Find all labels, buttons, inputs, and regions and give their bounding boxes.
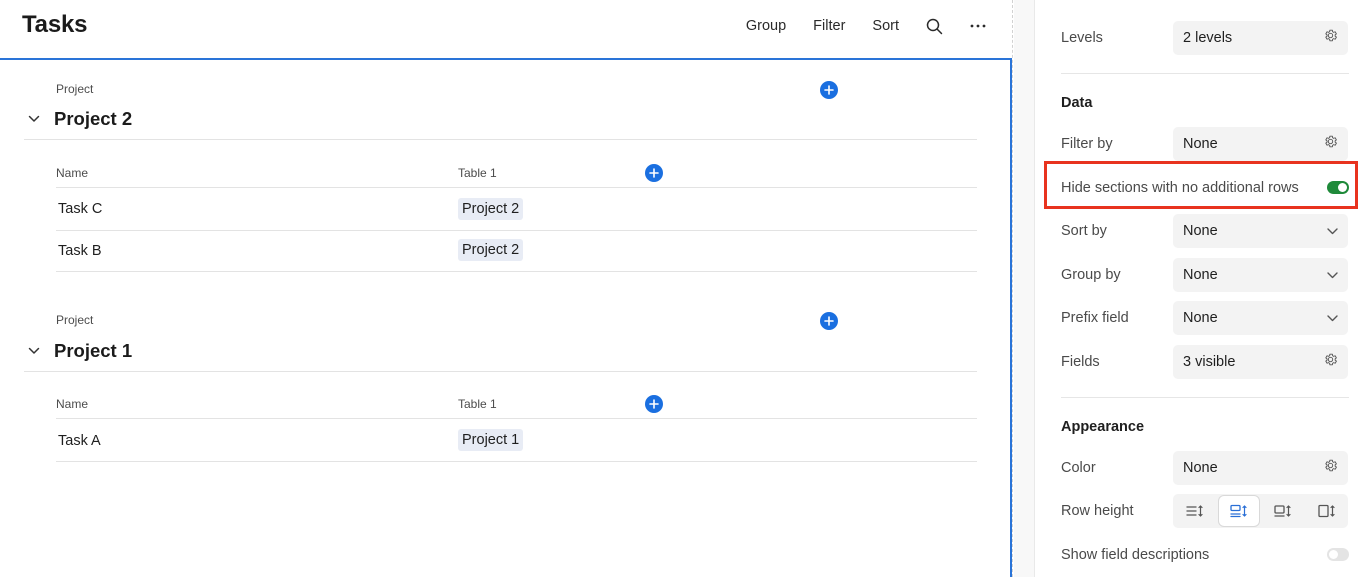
row-height-tall-icon[interactable] [1263,496,1303,526]
chevron-down-icon[interactable] [24,347,44,355]
row-height-selector [1173,494,1348,528]
divider [56,461,977,462]
row-height-extra-tall-icon[interactable] [1307,496,1347,526]
prefix-field-value: None [1183,310,1218,326]
show-descriptions-label: Show field descriptions [1061,547,1210,563]
divider [1061,73,1349,74]
add-column-plus-icon[interactable] [645,395,663,413]
levels-select[interactable]: 2 levels [1173,21,1348,55]
sort-button[interactable]: Sort [872,18,899,34]
group-header: Project 1 [24,330,977,372]
filter-by-value: None [1183,136,1218,152]
highlight-box [1044,161,1358,209]
divider [56,230,977,231]
divider [1061,397,1349,398]
levels-value: 2 levels [1183,30,1233,46]
sort-by-value: None [1183,223,1218,239]
panel-divider [1012,0,1013,577]
sort-by-select[interactable]: None [1173,214,1348,248]
gear-icon[interactable] [1323,28,1338,48]
gear-icon[interactable] [1323,134,1338,154]
column-header-table: Table 1 [458,397,497,411]
search-icon[interactable] [926,18,943,35]
add-section-plus-icon[interactable] [820,81,838,99]
row-name-cell[interactable]: Task B [58,243,102,259]
linked-record-chip[interactable]: Project 1 [458,429,524,451]
appearance-heading: Appearance [1061,419,1145,435]
main-area: Tasks Group Filter Sort Project Project … [0,0,1012,577]
group-field-label: Project [56,313,94,327]
group-header: Project 2 [24,98,977,140]
levels-label: Levels [1061,30,1103,46]
divider [56,271,977,272]
column-header-name: Name [56,397,89,411]
divider [56,187,977,188]
show-descriptions-toggle[interactable] [1327,548,1349,561]
divider [56,418,977,419]
row-height-medium-icon[interactable] [1219,496,1259,526]
row-name-cell[interactable]: Task C [58,201,102,217]
row-name-cell[interactable]: Task A [58,433,101,449]
group-title: Project 1 [54,339,133,361]
linked-record-chip[interactable]: Project 2 [458,198,524,220]
page-title: Tasks [22,11,88,38]
toolbar: Group Filter Sort [719,0,986,52]
column-header-name: Name [56,166,89,180]
chevron-down-icon [1327,309,1338,327]
prefix-field-label: Prefix field [1061,310,1129,326]
row-height-label: Row height [1061,503,1134,519]
toggle-knob [1329,550,1338,559]
fields-label: Fields [1061,354,1100,370]
filter-by-label: Filter by [1061,136,1113,152]
add-column-plus-icon[interactable] [645,164,663,182]
fields-select[interactable]: 3 visible [1173,345,1348,379]
filter-by-select[interactable]: None [1173,127,1348,161]
gear-icon[interactable] [1323,352,1338,372]
column-header-table: Table 1 [458,166,497,180]
prefix-field-select[interactable]: None [1173,301,1348,335]
color-value: None [1183,460,1218,476]
properties-panel: Levels 2 levels Data Filter by None Hide… [1035,0,1371,577]
chevron-down-icon[interactable] [24,115,44,123]
group-title: Project 2 [54,107,133,129]
group-by-label: Group by [1061,267,1121,283]
group-by-select[interactable]: None [1173,258,1348,292]
fields-value: 3 visible [1183,354,1236,370]
add-section-plus-icon[interactable] [820,312,838,330]
gear-icon[interactable] [1323,458,1338,478]
more-options-icon[interactable] [970,24,986,28]
row-height-short-icon[interactable] [1175,496,1215,526]
chevron-down-icon [1327,222,1338,240]
color-label: Color [1061,460,1096,476]
panel-resize-handle[interactable] [1014,0,1034,577]
color-select[interactable]: None [1173,451,1348,485]
filter-button[interactable]: Filter [813,18,845,34]
group-button[interactable]: Group [746,18,786,34]
sort-by-label: Sort by [1061,223,1107,239]
group-field-label: Project [56,82,94,96]
group-by-value: None [1183,267,1218,283]
data-heading: Data [1061,95,1093,111]
linked-record-chip[interactable]: Project 2 [458,239,524,261]
chevron-down-icon [1327,266,1338,284]
